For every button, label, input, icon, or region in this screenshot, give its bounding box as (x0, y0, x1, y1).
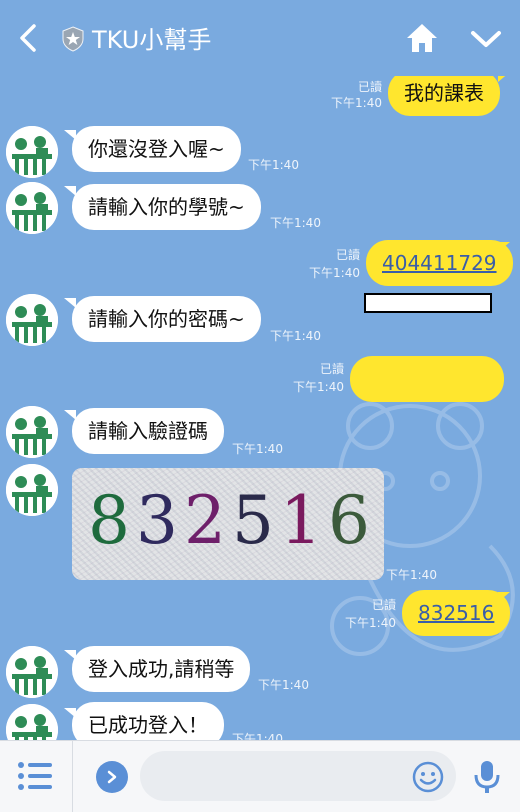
message-bubble-outgoing[interactable]: 我的課表 (388, 76, 500, 116)
microphone-icon[interactable] (472, 759, 502, 795)
menu-icon[interactable] (16, 759, 54, 793)
expand-button[interactable] (96, 761, 128, 793)
captcha-digit: 1 (280, 482, 328, 559)
message-time: 下午1:40 (248, 158, 299, 172)
read-receipt: 已讀 (335, 248, 360, 262)
bot-avatar[interactable] (6, 406, 58, 458)
captcha-digit: 5 (232, 482, 280, 559)
message-time: 下午1:40 (258, 678, 309, 692)
shield-icon (62, 26, 84, 52)
chat-header: TKU小幫手 (0, 0, 520, 76)
message-bubble-incoming[interactable]: 請輸入你的學號~ (72, 184, 261, 230)
emoji-icon[interactable] (412, 761, 444, 793)
divider (72, 741, 73, 812)
message-input[interactable] (140, 751, 456, 801)
bot-avatar-icon (6, 646, 58, 698)
bot-avatar[interactable] (6, 182, 58, 234)
bot-avatar-icon (6, 406, 58, 458)
message-time: 下午1:40 (270, 329, 321, 343)
message-text: 已成功登入！ (88, 713, 208, 737)
message-bubble-outgoing[interactable]: 832516 (402, 590, 511, 636)
message-bubble-incoming[interactable]: 請輸入驗證碼 (72, 408, 224, 454)
message-bubble-incoming[interactable]: 已成功登入！ (72, 702, 224, 740)
captcha-digit: 2 (184, 482, 232, 559)
captcha-digits: 832516 (88, 482, 376, 559)
bot-avatar-icon (6, 126, 58, 178)
chat-area[interactable]: 已讀 下午1:40 我的課表 你還沒登入喔~ 下午1:40 請輸入你的學號~ 下… (0, 76, 520, 740)
back-chevron-icon[interactable] (14, 20, 44, 56)
message-bubble-outgoing[interactable] (350, 356, 504, 402)
chat-title: TKU小幫手 (92, 26, 212, 54)
bot-avatar-icon (6, 294, 58, 346)
message-text: 登入成功,請稍等 (88, 657, 235, 681)
redacted-password (364, 293, 492, 313)
message-time: 下午1:40 (331, 96, 382, 110)
captcha-digit: 6 (328, 482, 376, 559)
message-text: 你還沒登入喔~ (88, 137, 225, 161)
message-text: 請輸入驗證碼 (88, 419, 208, 443)
message-time: 下午1:40 (293, 380, 344, 394)
bot-avatar[interactable] (6, 646, 58, 698)
message-text: 請輸入你的密碼~ (88, 307, 245, 331)
message-time: 下午1:40 (270, 216, 321, 230)
message-time: 下午1:40 (232, 732, 283, 740)
message-bubble-incoming[interactable]: 你還沒登入喔~ (72, 126, 241, 172)
bot-avatar-icon (6, 182, 58, 234)
message-time: 下午1:40 (386, 568, 437, 582)
bot-avatar[interactable] (6, 464, 58, 516)
captcha-digit: 3 (136, 482, 184, 559)
message-link-text[interactable]: 404411729 (382, 251, 497, 275)
bot-avatar-icon (6, 464, 58, 516)
bot-avatar-icon (6, 704, 58, 740)
bot-avatar[interactable] (6, 126, 58, 178)
read-receipt: 已讀 (371, 598, 396, 612)
chevron-down-icon[interactable] (468, 26, 504, 52)
read-receipt: 已讀 (319, 362, 344, 376)
input-bar (0, 740, 520, 812)
message-text: 請輸入你的學號~ (88, 195, 245, 219)
read-receipt: 已讀 (357, 80, 382, 94)
message-text: 我的課表 (404, 81, 484, 105)
bubble-tail (498, 592, 510, 602)
captcha-image[interactable]: 832516 (72, 468, 384, 580)
message-bubble-incoming[interactable]: 登入成功,請稍等 (72, 646, 251, 692)
message-time: 下午1:40 (232, 442, 283, 456)
message-link-text[interactable]: 832516 (418, 601, 494, 625)
bubble-tail (498, 76, 510, 82)
message-time: 下午1:40 (309, 266, 360, 280)
chevron-right-icon (107, 770, 117, 784)
bot-avatar[interactable] (6, 704, 58, 740)
home-icon[interactable] (405, 22, 439, 54)
captcha-digit: 8 (88, 482, 136, 559)
message-bubble-incoming[interactable]: 請輸入你的密碼~ (72, 296, 261, 342)
message-time: 下午1:40 (345, 616, 396, 630)
message-bubble-outgoing[interactable]: 404411729 (366, 240, 513, 286)
bubble-tail (498, 242, 510, 252)
bot-avatar[interactable] (6, 294, 58, 346)
